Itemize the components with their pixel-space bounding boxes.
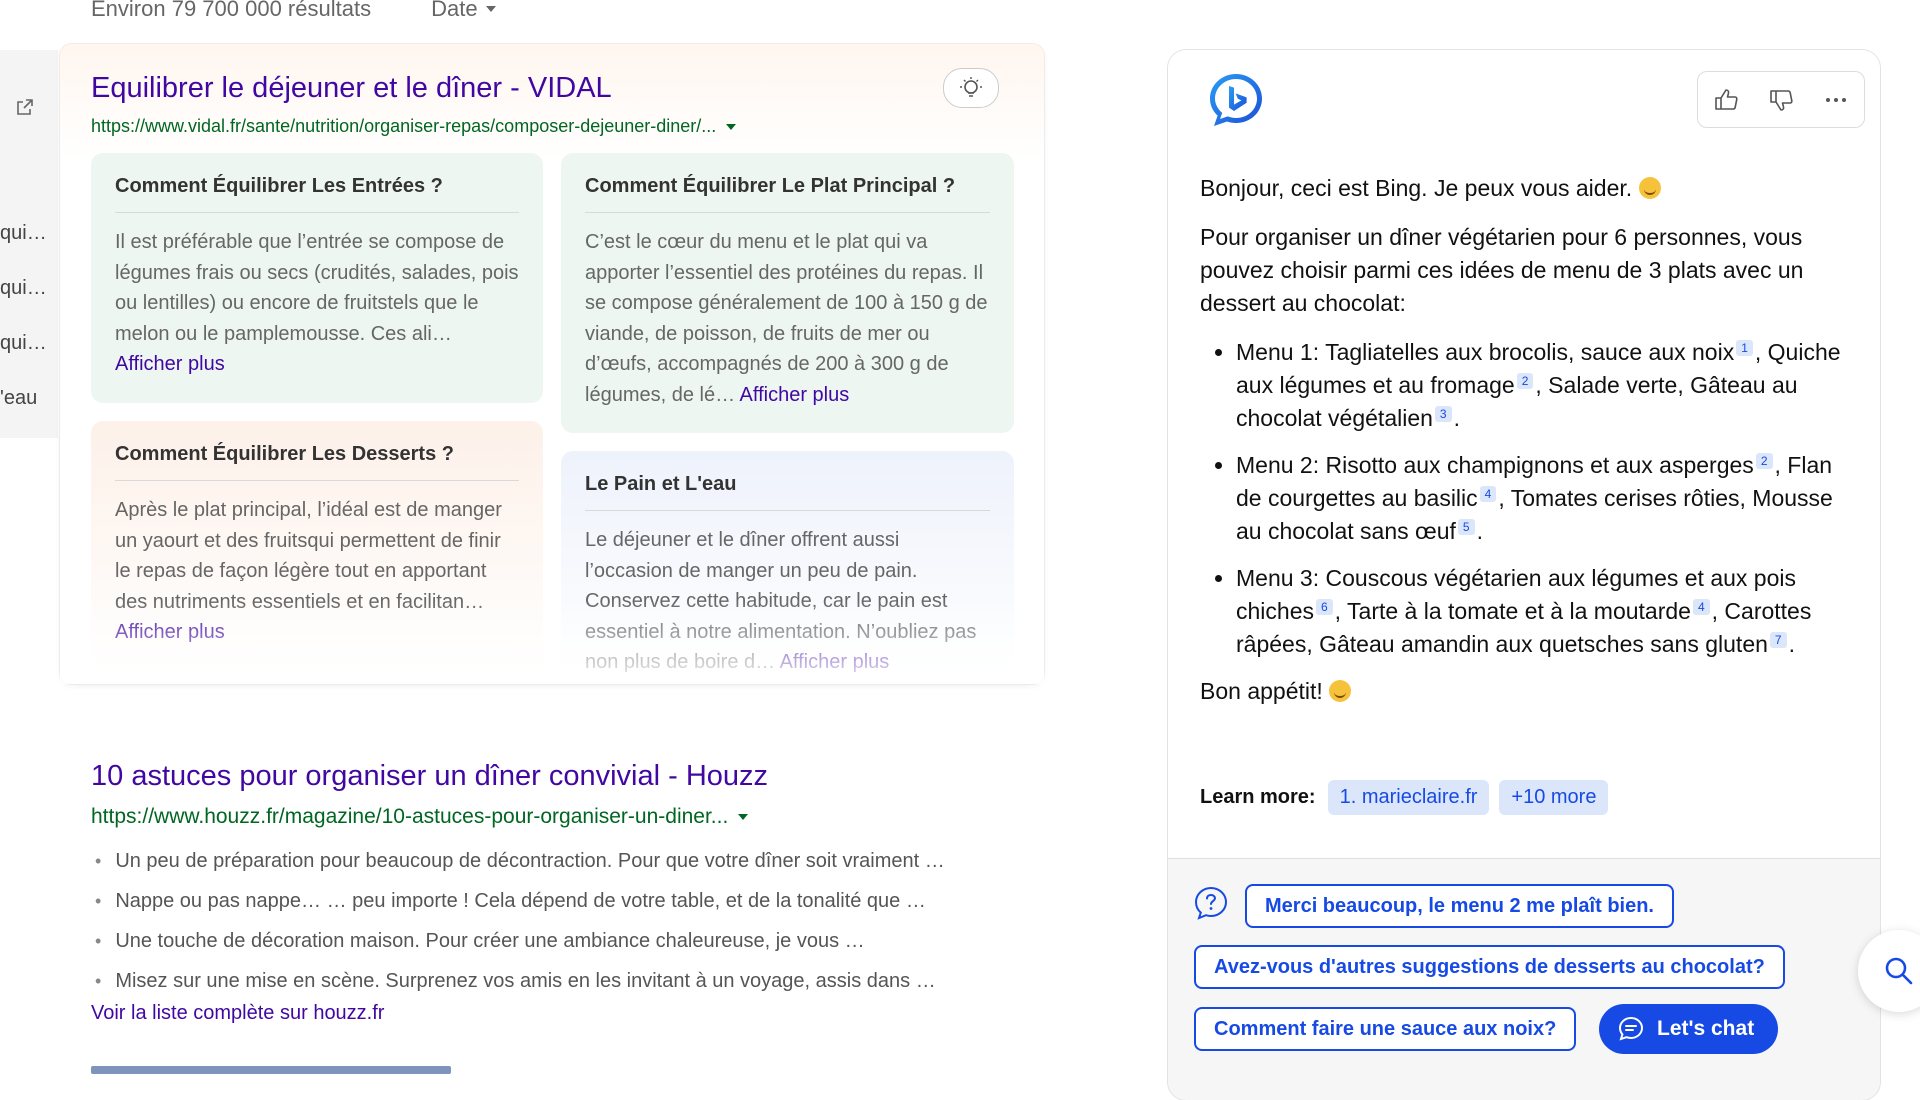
chevron-down-icon[interactable] <box>726 123 737 130</box>
results-bar: Environ 79 700 000 résultats Date <box>91 0 496 22</box>
citation-badge[interactable]: 3 <box>1434 406 1452 422</box>
menu-text: . <box>1476 518 1483 544</box>
menu-text: . <box>1453 405 1460 431</box>
citation-badge[interactable]: 2 <box>1755 453 1773 469</box>
chat-intro: Pour organiser un dîner végétarien pour … <box>1200 224 1804 316</box>
learn-more-row: Learn more: 1. marieclaire.fr +10 more <box>1200 780 1609 815</box>
list-item: Une touche de décoration maison. Pour cr… <box>95 921 945 961</box>
qa-card-pain-eau: Le Pain et L'eau Le déjeuner et le dîner… <box>561 451 1014 684</box>
chat-divider <box>1168 858 1880 859</box>
lightbulb-icon <box>960 77 982 97</box>
bing-logo-icon <box>1210 74 1262 126</box>
lightbulb-button[interactable] <box>943 68 999 108</box>
menu-list: Menu 1: Tagliatelles aux brocolis, sauce… <box>1200 336 1850 661</box>
menu-text: Menu 1: Tagliatelles aux brocolis, sauce… <box>1236 339 1735 365</box>
menu-item: Menu 1: Tagliatelles aux brocolis, sauce… <box>1236 336 1850 435</box>
chevron-down-icon <box>485 6 496 12</box>
qa-card-title: Le Pain et L'eau <box>585 473 990 511</box>
show-more-link[interactable]: Afficher plus <box>740 384 850 406</box>
source-chip[interactable]: 1. marieclaire.fr <box>1327 780 1490 815</box>
menu-item: Menu 3: Couscous végétarien aux légumes … <box>1236 562 1850 661</box>
side-list-item[interactable]: 'eau <box>0 371 47 426</box>
side-list-item[interactable]: qui… <box>0 316 47 371</box>
show-more-link[interactable]: Afficher plus <box>780 651 890 673</box>
list-item: Un peu de préparation pour beaucoup de d… <box>95 841 944 881</box>
result-bullets-houzz: Un peu de préparation pour beaucoup de d… <box>95 841 945 1001</box>
lets-chat-label: Let's chat <box>1657 1017 1755 1040</box>
suggestion-button[interactable]: Comment faire une sauce aux noix? <box>1194 1007 1577 1051</box>
side-list-item[interactable]: qui… <box>0 206 47 261</box>
suggestion-button[interactable]: Avez-vous d'autres suggestions de desser… <box>1194 945 1785 989</box>
result-title-vidal[interactable]: Equilibrer le déjeuner et le dîner - VID… <box>91 72 612 105</box>
thumbs-up-icon[interactable] <box>1713 87 1739 113</box>
search-icon <box>1885 957 1913 985</box>
date-filter-label: Date <box>431 0 478 21</box>
menu-text: , Tarte à la tomate et à la moutarde <box>1334 598 1691 624</box>
result-url-text: https://www.vidal.fr/sante/nutrition/org… <box>91 116 717 136</box>
citation-badge[interactable]: 6 <box>1315 599 1333 615</box>
result-title-houzz[interactable]: 10 astuces pour organiser un dîner convi… <box>91 760 768 793</box>
qa-card-desserts: Comment Équilibrer Les Desserts ? Après … <box>91 421 543 684</box>
menu-text: . <box>1788 631 1795 657</box>
qa-card-text: C’est le cœur du menu et le plat qui va … <box>585 231 988 406</box>
chevron-down-icon[interactable] <box>738 814 749 820</box>
date-filter-dropdown[interactable]: Date <box>431 0 496 22</box>
chat-closing: Bon appétit! <box>1200 678 1323 704</box>
citation-badge[interactable]: 4 <box>1479 486 1497 502</box>
help-question-icon[interactable] <box>1194 886 1228 920</box>
suggestion-button[interactable]: Merci beaucoup, le menu 2 me plaît bien. <box>1245 884 1674 928</box>
menu-item: Menu 2: Risotto aux champignons et aux a… <box>1236 449 1850 548</box>
result-url-vidal[interactable]: https://www.vidal.fr/sante/nutrition/org… <box>91 116 737 137</box>
thumbs-down-icon[interactable] <box>1768 87 1794 113</box>
qa-card-title: Comment Équilibrer Le Plat Principal ? <box>585 175 990 213</box>
qa-card-entrees: Comment Équilibrer Les Entrées ? Il est … <box>91 153 543 403</box>
show-more-link[interactable]: Afficher plus <box>115 621 225 643</box>
result-url-text: https://www.houzz.fr/magazine/10-astuces… <box>91 805 729 828</box>
results-count: Environ 79 700 000 résultats <box>91 0 372 21</box>
chat-message: Bonjour, ceci est Bing. Je peux vous aid… <box>1200 172 1850 724</box>
side-list: qui… qui… qui… 'eau <box>0 206 47 426</box>
external-link-icon[interactable] <box>16 98 34 116</box>
side-list-item[interactable]: qui… <box>0 261 47 316</box>
smiley-emoji-icon <box>1329 680 1352 702</box>
citation-badge[interactable]: 5 <box>1457 519 1475 535</box>
qa-card-text: Il est préférable que l’entrée se compos… <box>115 231 519 345</box>
list-item: Misez sur une mise en scène. Surprenez v… <box>95 961 945 1001</box>
feedback-toolbar <box>1697 71 1865 128</box>
qa-card-text: Après le plat principal, l’idéal est de … <box>115 499 502 613</box>
qa-card-plat-principal: Comment Équilibrer Le Plat Principal ? C… <box>561 153 1014 433</box>
learn-more-label: Learn more: <box>1200 786 1316 808</box>
smiley-emoji-icon <box>1638 177 1661 199</box>
see-full-list-link[interactable]: Voir la liste complète sur houzz.fr <box>91 1002 384 1025</box>
show-more-link[interactable]: Afficher plus <box>115 353 225 375</box>
lets-chat-button[interactable]: Let's chat <box>1599 1004 1779 1054</box>
more-options-icon[interactable] <box>1823 87 1849 113</box>
chat-bubble-icon <box>1618 1016 1644 1041</box>
citation-badge[interactable]: 2 <box>1516 373 1534 389</box>
qa-card-title: Comment Équilibrer Les Entrées ? <box>115 175 519 213</box>
result-url-houzz[interactable]: https://www.houzz.fr/magazine/10-astuces… <box>91 805 749 829</box>
menu-text: Menu 2: Risotto aux champignons et aux a… <box>1236 452 1754 478</box>
qa-card-title: Comment Équilibrer Les Desserts ? <box>115 443 519 481</box>
citation-badge[interactable]: 1 <box>1736 340 1753 356</box>
chat-greeting: Bonjour, ceci est Bing. Je peux vous aid… <box>1200 175 1633 201</box>
citation-badge[interactable]: 7 <box>1769 632 1787 648</box>
list-item: Nappe ou pas nappe… … peu importe ! Cela… <box>95 881 945 921</box>
next-result-title-peek[interactable] <box>91 1066 451 1074</box>
citation-badge[interactable]: 4 <box>1692 599 1710 615</box>
more-sources-chip[interactable]: +10 more <box>1499 780 1609 815</box>
